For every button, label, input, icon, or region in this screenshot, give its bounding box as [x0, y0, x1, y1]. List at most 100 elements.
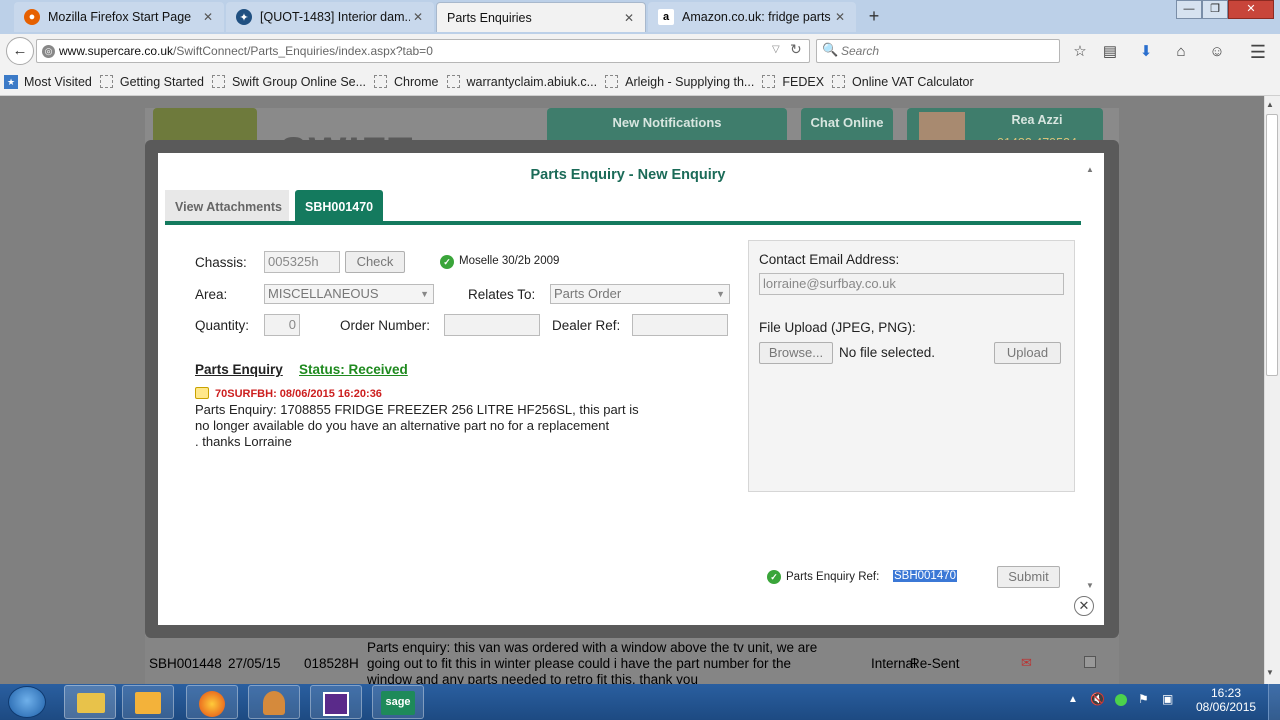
ref-value[interactable]: SBH001470 — [893, 570, 958, 582]
user-name: Rea Azzi — [1011, 113, 1063, 127]
row-ref: SBH001448 — [149, 656, 222, 671]
back-button[interactable]: ← — [6, 37, 34, 65]
scrollbar-thumb[interactable] — [1266, 114, 1278, 376]
tab-title: Mozilla Firefox Start Page — [48, 10, 192, 24]
contact-email-input[interactable]: lorraine@surfbay.co.uk — [759, 273, 1064, 295]
users-icon — [263, 691, 285, 715]
scroll-up-icon[interactable]: ▲ — [1266, 100, 1274, 109]
bookmark-star-icon[interactable]: ☆ — [1070, 42, 1090, 62]
close-tab-icon[interactable]: ✕ — [832, 10, 848, 24]
browse-button[interactable]: Browse... — [759, 342, 833, 364]
enquiry-heading: Parts Enquiry — [195, 362, 283, 377]
clock-time: 16:23 — [1210, 686, 1242, 700]
message-line: no longer available do you have an alter… — [195, 418, 610, 433]
minimize-button[interactable]: — — [1176, 0, 1202, 19]
users-taskbar-button[interactable] — [248, 685, 300, 719]
area-select[interactable]: MISCELLANEOUS ▼ — [264, 284, 434, 304]
window-close-button[interactable]: ✕ — [1228, 0, 1274, 19]
clock[interactable]: 16:23 08/06/2015 — [1196, 686, 1256, 714]
firefox-taskbar-button[interactable] — [186, 685, 238, 719]
restore-button[interactable]: ❐ — [1202, 0, 1228, 19]
check-button[interactable]: Check — [345, 251, 405, 273]
page-icon — [605, 75, 619, 88]
page-icon — [446, 75, 460, 88]
page-icon — [374, 75, 388, 88]
reload-icon[interactable]: ↻ — [790, 41, 802, 58]
message-line: Parts Enquiry: 1708855 FRIDGE FREEZER 25… — [195, 402, 639, 417]
ref-ok-icon: ✓ — [767, 570, 781, 584]
bookmark-chrome[interactable]: Chrome — [374, 74, 439, 89]
row-checkbox[interactable] — [1084, 656, 1096, 668]
status-green-icon[interactable] — [1115, 694, 1127, 706]
outlook-taskbar-button[interactable] — [122, 685, 174, 719]
menu-icon[interactable]: ☰ — [1248, 42, 1268, 62]
volume-icon[interactable]: 🔇 — [1090, 692, 1105, 706]
tab-amazon[interactable]: a Amazon.co.uk: fridge parts ✕ — [648, 2, 856, 32]
tab-jira-quote[interactable]: ✦ [QUOT-1483] Interior dam... ✕ — [226, 2, 434, 32]
tray-expand-icon[interactable]: ▲ — [1068, 693, 1078, 707]
start-button[interactable] — [8, 686, 46, 718]
show-desktop-button[interactable] — [1268, 684, 1280, 720]
dropdown-arrow-icon[interactable]: ▽ — [772, 44, 780, 55]
close-tab-icon[interactable]: ✕ — [200, 10, 216, 24]
quantity-input[interactable]: 0 — [264, 314, 300, 336]
email-icon[interactable]: ✉ — [1021, 655, 1032, 671]
url-bar[interactable]: www.supercare.co.uk/SwiftConnect/Parts_E… — [36, 39, 810, 63]
chat-label: Chat Online — [810, 115, 884, 130]
submit-button[interactable]: Submit — [997, 566, 1060, 588]
scroll-down-icon[interactable]: ▼ — [1086, 581, 1094, 590]
tab-enquiry-ref[interactable]: SBH001470 — [295, 190, 383, 223]
explorer-taskbar-button[interactable] — [64, 685, 116, 719]
bookmark-fedex[interactable]: FEDEX — [762, 75, 824, 89]
page-icon — [211, 75, 225, 88]
calendar-taskbar-button[interactable] — [310, 685, 362, 719]
bookmark-vat-calculator[interactable]: Online VAT Calculator — [832, 75, 974, 89]
bookmark-label: Arleigh - Supplying th... — [625, 74, 755, 89]
sage-icon: sage — [381, 691, 415, 715]
outlook-icon — [135, 692, 161, 714]
chassis-input[interactable]: 005325h — [264, 251, 340, 273]
close-modal-button[interactable]: ✕ — [1074, 596, 1094, 616]
order-number-input[interactable] — [444, 314, 540, 336]
chevron-down-icon: ▼ — [420, 289, 429, 299]
bookmark-getting-started[interactable]: Getting Started — [99, 75, 204, 89]
reading-list-icon[interactable]: ▤ — [1100, 42, 1120, 62]
bookmark-warrantyclaim[interactable]: warrantyclaim.abiuk.c... — [446, 74, 598, 89]
upload-button[interactable]: Upload — [994, 342, 1061, 364]
sage-taskbar-button[interactable]: sage — [372, 685, 424, 719]
close-tab-icon[interactable]: ✕ — [621, 11, 637, 25]
network-icon[interactable]: ▣ — [1162, 692, 1173, 706]
relates-to-value: Parts Order — [554, 286, 622, 301]
close-tab-icon[interactable]: ✕ — [410, 10, 426, 24]
tab-parts-enquiries[interactable]: Parts Enquiries ✕ — [436, 2, 646, 32]
tab-firefox-start[interactable]: ● Mozilla Firefox Start Page ✕ — [14, 2, 224, 32]
search-input[interactable]: Search — [816, 39, 1060, 63]
bookmark-label: warrantyclaim.abiuk.c... — [466, 74, 598, 89]
bookmark-most-visited[interactable]: ★ Most Visited — [4, 74, 92, 89]
new-tab-button[interactable]: + — [864, 6, 884, 26]
modal-title: Parts Enquiry - New Enquiry — [530, 167, 726, 183]
bookmark-swift-group[interactable]: Swift Group Online Se... — [211, 74, 367, 89]
modal-scrollbar[interactable]: ▲ ▼ — [1082, 161, 1098, 591]
chassis-label: Chassis: — [195, 255, 247, 270]
table-row[interactable]: SBH001448 27/05/15 018528H Parts enquiry… — [145, 636, 1119, 684]
bookmark-label: Swift Group Online Se... — [231, 74, 367, 89]
row-date: 27/05/15 — [228, 656, 281, 671]
bookmark-arleigh[interactable]: Arleigh - Supplying th... — [605, 75, 754, 89]
flag-icon[interactable]: ⚑ — [1138, 692, 1149, 706]
bookmark-label: Online VAT Calculator — [852, 74, 974, 89]
home-icon[interactable]: ⌂ — [1171, 42, 1191, 62]
url-path: /SwiftConnect/Parts_Enquiries/index.aspx… — [173, 44, 433, 58]
tab-view-attachments[interactable]: View Attachments — [165, 190, 289, 223]
relates-to-select[interactable]: Parts Order ▼ — [550, 284, 730, 304]
page-icon — [762, 75, 776, 88]
status-badge: Status: Received — [299, 362, 408, 377]
search-icon: 🔍 — [822, 42, 839, 57]
chat-icon[interactable]: ☺ — [1207, 42, 1227, 62]
bookmark-label: Chrome — [394, 74, 439, 89]
downloads-icon[interactable]: ⬇ — [1136, 42, 1156, 62]
dealer-ref-input[interactable] — [632, 314, 728, 336]
row-description: Parts enquiry: this van was ordered with… — [367, 640, 818, 684]
scroll-down-icon[interactable]: ▼ — [1266, 668, 1274, 677]
scroll-up-icon[interactable]: ▲ — [1086, 165, 1094, 174]
